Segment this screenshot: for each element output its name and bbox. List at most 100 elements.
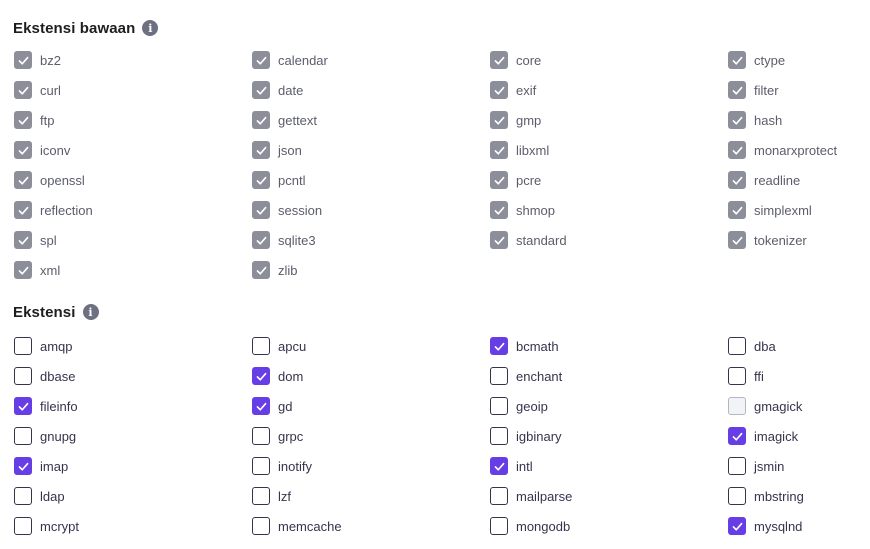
extension-checkbox[interactable]: [252, 397, 270, 415]
check-icon: [493, 340, 506, 353]
extension-checkbox[interactable]: [14, 397, 32, 415]
extension-label: libxml: [516, 142, 550, 158]
extension-checkbox[interactable]: [252, 337, 270, 355]
extension-checkbox[interactable]: [490, 457, 508, 475]
extension-item[interactable]: intl: [476, 451, 714, 481]
extension-checkbox[interactable]: [490, 427, 508, 445]
extension-item: ftp: [0, 105, 238, 135]
check-icon: [255, 400, 268, 413]
extension-label: mongodb: [516, 518, 571, 534]
extension-item: curl: [0, 75, 238, 105]
extension-checkbox[interactable]: [728, 427, 746, 445]
extension-checkbox: [252, 171, 270, 189]
extension-checkbox[interactable]: [490, 367, 508, 385]
extension-label: igbinary: [516, 428, 562, 444]
check-icon: [493, 144, 506, 157]
extension-item[interactable]: mysqlnd: [714, 511, 870, 541]
extension-checkbox[interactable]: [14, 487, 32, 505]
extension-item: bz2: [0, 45, 238, 75]
extension-checkbox[interactable]: [728, 367, 746, 385]
extension-item[interactable]: igbinary: [476, 421, 714, 451]
check-icon: [17, 460, 30, 473]
extension-checkbox[interactable]: [490, 517, 508, 535]
extension-item[interactable]: gnupg: [0, 421, 238, 451]
extension-item[interactable]: fileinfo: [0, 391, 238, 421]
extension-checkbox[interactable]: [728, 337, 746, 355]
extension-item[interactable]: mbstring: [714, 481, 870, 511]
extension-item[interactable]: ffi: [714, 361, 870, 391]
extensions-title: Ekstensi: [13, 303, 76, 321]
extension-label: imagick: [754, 428, 799, 444]
extension-item[interactable]: inotify: [238, 451, 476, 481]
extension-checkbox[interactable]: [14, 517, 32, 535]
extension-label: readline: [754, 172, 801, 188]
extension-checkbox: [14, 231, 32, 249]
extension-item[interactable]: lzf: [238, 481, 476, 511]
check-icon: [731, 84, 744, 97]
extension-checkbox[interactable]: [490, 487, 508, 505]
extension-label: pcre: [516, 172, 542, 188]
extension-item[interactable]: grpc: [238, 421, 476, 451]
extension-checkbox[interactable]: [14, 427, 32, 445]
extension-item[interactable]: memcache: [238, 511, 476, 541]
extension-checkbox: [490, 231, 508, 249]
extension-label: filter: [754, 82, 779, 98]
extension-item: shmop: [476, 195, 714, 225]
extension-label: inotify: [278, 458, 312, 474]
check-icon: [493, 174, 506, 187]
extension-checkbox[interactable]: [252, 487, 270, 505]
extension-label: ftp: [40, 112, 55, 128]
extension-checkbox[interactable]: [728, 487, 746, 505]
extension-checkbox[interactable]: [252, 367, 270, 385]
extension-checkbox[interactable]: [490, 397, 508, 415]
extension-item[interactable]: dom: [238, 361, 476, 391]
extension-item[interactable]: mongodb: [476, 511, 714, 541]
extension-checkbox[interactable]: [490, 337, 508, 355]
extension-item: readline: [714, 165, 870, 195]
info-icon[interactable]: i: [82, 304, 99, 320]
extension-item[interactable]: ldap: [0, 481, 238, 511]
check-icon: [255, 114, 268, 127]
check-icon: [255, 234, 268, 247]
extension-checkbox[interactable]: [252, 457, 270, 475]
extension-checkbox[interactable]: [252, 517, 270, 535]
extension-label: shmop: [516, 202, 556, 218]
extension-label: gmp: [516, 112, 542, 128]
extension-item[interactable]: imap: [0, 451, 238, 481]
extension-checkbox[interactable]: [14, 367, 32, 385]
extension-checkbox[interactable]: [728, 517, 746, 535]
extension-checkbox: [728, 231, 746, 249]
extension-label: date: [278, 82, 304, 98]
extension-item[interactable]: bcmath: [476, 331, 714, 361]
extension-checkbox[interactable]: [14, 337, 32, 355]
extension-item: exif: [476, 75, 714, 105]
extension-label: openssl: [40, 172, 85, 188]
extension-item[interactable]: gd: [238, 391, 476, 421]
extension-label: curl: [40, 82, 61, 98]
check-icon: [493, 234, 506, 247]
extension-item[interactable]: imagick: [714, 421, 870, 451]
check-icon: [17, 174, 30, 187]
extension-label: hash: [754, 112, 783, 128]
extension-item: pcntl: [238, 165, 476, 195]
check-icon: [17, 84, 30, 97]
extension-item[interactable]: dbase: [0, 361, 238, 391]
extension-item[interactable]: apcu: [238, 331, 476, 361]
extension-label: bz2: [40, 52, 61, 68]
extension-item[interactable]: jsmin: [714, 451, 870, 481]
extension-checkbox[interactable]: [252, 427, 270, 445]
extension-item[interactable]: enchant: [476, 361, 714, 391]
extension-checkbox[interactable]: [728, 457, 746, 475]
extension-item[interactable]: dba: [714, 331, 870, 361]
check-icon: [731, 54, 744, 67]
info-icon[interactable]: i: [142, 20, 159, 36]
extension-checkbox: [252, 141, 270, 159]
builtin-extensions-header: Ekstensi bawaan i: [13, 18, 159, 38]
extension-item[interactable]: mailparse: [476, 481, 714, 511]
extension-item[interactable]: amqp: [0, 331, 238, 361]
extension-item: reflection: [0, 195, 238, 225]
extension-item[interactable]: mcrypt: [0, 511, 238, 541]
extension-item[interactable]: geoip: [476, 391, 714, 421]
extension-checkbox[interactable]: [14, 457, 32, 475]
extension-checkbox: [728, 201, 746, 219]
